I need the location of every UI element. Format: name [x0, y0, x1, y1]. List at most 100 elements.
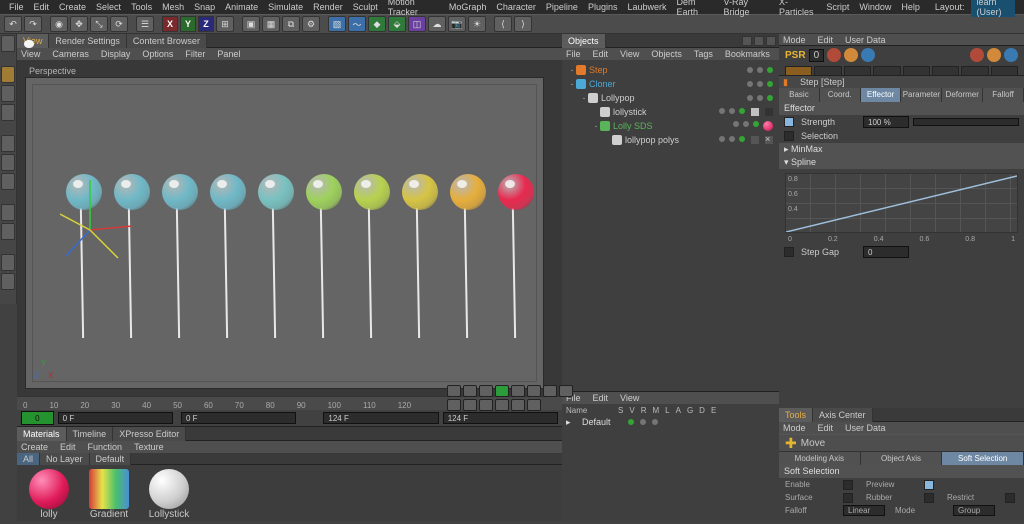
vp-menu-options[interactable]: Options [142, 49, 177, 59]
coord-system-icon[interactable]: ⊞ [216, 16, 234, 32]
tab-render-settings[interactable]: Render Settings [49, 34, 127, 48]
workplane-snap-icon[interactable] [1, 273, 15, 290]
obj-menu-file[interactable]: File [566, 49, 585, 59]
render-pv-icon[interactable]: ⧉ [282, 16, 300, 32]
menu-edit[interactable]: Edit [29, 2, 55, 12]
tree-item-lolly-sds[interactable]: -Lolly SDS [564, 119, 777, 133]
menu-demearth[interactable]: Dem Earth [672, 0, 719, 17]
menu-vray[interactable]: V-Ray Bridge [718, 0, 774, 17]
viewport-canvas[interactable]: Y X Z [25, 77, 544, 389]
scale-tool-icon[interactable]: ⤡ [90, 16, 108, 32]
attr-tab-falloff[interactable]: Falloff [983, 88, 1024, 102]
attr-tab-coord[interactable]: Coord. [820, 88, 861, 102]
redo-icon[interactable]: ↷ [24, 16, 42, 32]
polygon-mode-icon[interactable] [1, 173, 15, 190]
rotate-tool-icon[interactable]: ⟳ [110, 16, 128, 32]
tools-menu-mode[interactable]: Mode [783, 423, 810, 433]
tab-objects[interactable]: Objects [562, 34, 606, 48]
psr-track[interactable] [785, 66, 1018, 76]
tree-item-lollypop[interactable]: -Lollypop [564, 91, 777, 105]
tree-item-lollystick[interactable]: lollystick [564, 105, 777, 119]
render-settings-icon[interactable]: ⚙ [302, 16, 320, 32]
material-gradient[interactable]: Gradient [83, 469, 135, 520]
next-key-icon[interactable] [527, 385, 541, 397]
surface-check[interactable] [843, 493, 856, 503]
goto-end-icon[interactable] [543, 385, 557, 397]
menu-mograph[interactable]: MoGraph [444, 2, 492, 12]
texture-mode-icon[interactable] [1, 85, 15, 102]
timeline-end-frame[interactable] [323, 412, 438, 424]
cube-prim-icon[interactable]: ▧ [328, 16, 346, 32]
obj-eye-icon[interactable] [766, 36, 776, 46]
render-view-icon[interactable]: ▣ [242, 16, 260, 32]
history-back-icon[interactable]: ⟨ [494, 16, 512, 32]
record-icon[interactable] [559, 385, 573, 397]
x-axis-lock[interactable]: X [162, 16, 178, 32]
preview-check[interactable] [924, 480, 937, 490]
obj-menu-bookmarks[interactable]: Bookmarks [725, 49, 774, 59]
attr-tab-basic[interactable]: Basic [779, 88, 820, 102]
nurbs-icon[interactable]: ◆ [368, 16, 386, 32]
psr-sz-icon[interactable] [1004, 48, 1018, 62]
psr-sy-icon[interactable] [987, 48, 1001, 62]
tab-axis-center[interactable]: Axis Center [813, 408, 873, 422]
tools-menu-userdata[interactable]: User Data [845, 423, 890, 433]
tab-content-browser[interactable]: Content Browser [127, 34, 207, 48]
menu-script[interactable]: Script [821, 2, 854, 12]
model-mode-icon[interactable] [1, 66, 15, 83]
live-select-icon[interactable]: ◉ [50, 16, 68, 32]
subtab-object-axis[interactable]: Object Axis [861, 452, 943, 465]
camera-icon[interactable]: 📷 [448, 16, 466, 32]
z-axis-lock[interactable]: Z [198, 16, 214, 32]
autokey-icon[interactable] [447, 399, 461, 411]
restrict-check[interactable] [1005, 493, 1018, 503]
timeline-start-frame[interactable] [58, 412, 173, 424]
psr-value[interactable]: 0 [809, 49, 825, 62]
prev-frame-icon[interactable] [479, 385, 493, 397]
play-forward-icon[interactable] [495, 385, 509, 397]
attr-tab-parameter[interactable]: Parameter [901, 88, 942, 102]
key-rot-icon[interactable] [495, 399, 509, 411]
tools-menu-edit[interactable]: Edit [818, 423, 838, 433]
vp-menu-display[interactable]: Display [101, 49, 135, 59]
key-scale-icon[interactable] [479, 399, 493, 411]
coord-menu-edit[interactable]: Edit [593, 393, 613, 403]
goto-start-icon[interactable] [447, 385, 461, 397]
vp-menu-filter[interactable]: Filter [185, 49, 209, 59]
menu-create[interactable]: Create [54, 2, 91, 12]
subtab-modeling-axis[interactable]: Modeling Axis [779, 452, 861, 465]
falloff-select[interactable]: Linear [843, 505, 885, 516]
deformer-icon[interactable]: ◫ [408, 16, 426, 32]
axis-mode-icon[interactable] [1, 204, 15, 221]
environment-icon[interactable]: ☁ [428, 16, 446, 32]
vp-menu-view[interactable]: View [21, 49, 44, 59]
menu-simulate[interactable]: Simulate [263, 2, 308, 12]
attr-menu-edit[interactable]: Edit [818, 35, 838, 45]
attr-menu-userdata[interactable]: User Data [845, 35, 890, 45]
snap-icon[interactable] [1, 254, 15, 271]
spline-graph[interactable]: 0.8 0.6 0.4 00.20.40.60.81 [785, 173, 1018, 233]
menu-xparticles[interactable]: X-Particles [774, 0, 821, 17]
render-region-icon[interactable]: ▦ [262, 16, 280, 32]
menu-snap[interactable]: Snap [189, 2, 220, 12]
menu-tools[interactable]: Tools [126, 2, 157, 12]
menu-animate[interactable]: Animate [220, 2, 263, 12]
take-row-default[interactable]: ▸ Default [566, 415, 775, 429]
psr-y-icon[interactable] [844, 48, 858, 62]
menu-mesh[interactable]: Mesh [157, 2, 189, 12]
y-axis-lock[interactable]: Y [180, 16, 196, 32]
menu-render[interactable]: Render [308, 2, 348, 12]
layout-dropdown[interactable]: learn (User) [971, 0, 1015, 17]
point-mode-icon[interactable] [1, 135, 15, 152]
menu-help[interactable]: Help [896, 2, 925, 12]
strength-slider[interactable] [913, 118, 1019, 126]
psr-z-icon[interactable] [861, 48, 875, 62]
mat-menu-texture[interactable]: Texture [134, 442, 168, 452]
tab-timeline[interactable]: Timeline [67, 427, 114, 441]
next-frame-icon[interactable] [511, 385, 525, 397]
timeline-start-marker[interactable]: 0 [21, 411, 54, 425]
obj-menu-view[interactable]: View [620, 49, 643, 59]
viewport-solo-icon[interactable] [1, 223, 15, 240]
obj-menu-tags[interactable]: Tags [694, 49, 717, 59]
undo-icon[interactable]: ↶ [4, 16, 22, 32]
